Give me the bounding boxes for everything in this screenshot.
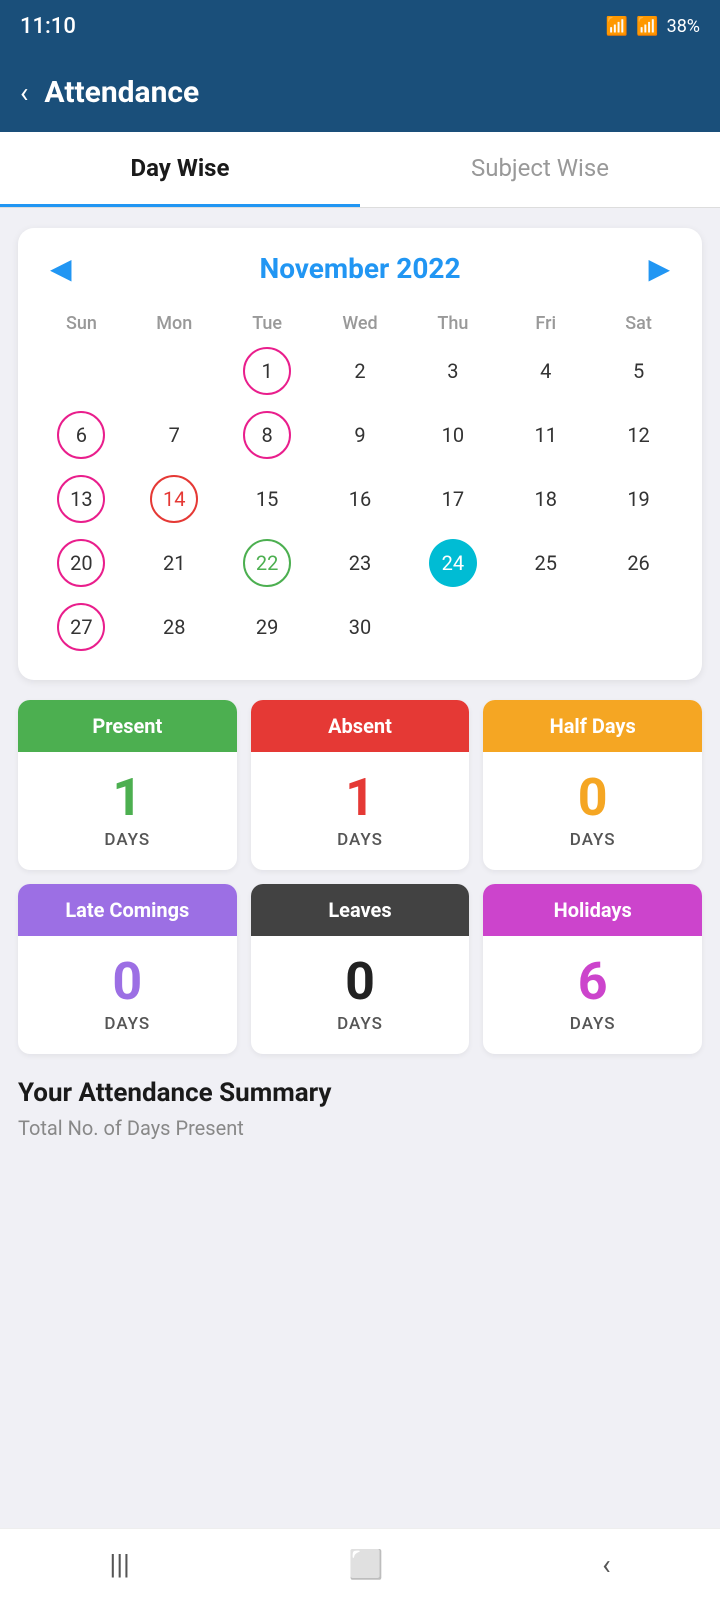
- stat-header-late-comings: Late Comings: [18, 884, 237, 936]
- stat-label-half-days: DAYS: [491, 830, 694, 850]
- weekday-wed: Wed: [317, 305, 404, 342]
- calendar-day[interactable]: 1: [224, 342, 311, 400]
- calendar-month-title: November 2022: [259, 252, 460, 285]
- calendar-day[interactable]: 16: [317, 470, 404, 528]
- weekday-mon: Mon: [131, 305, 218, 342]
- calendar-day[interactable]: 17: [409, 470, 496, 528]
- page-title: Attendance: [44, 75, 199, 110]
- stat-label-present: DAYS: [26, 830, 229, 850]
- nav-recent-apps-icon[interactable]: |||: [109, 1548, 130, 1581]
- calendar-day[interactable]: 26: [595, 534, 682, 592]
- tab-subject-wise[interactable]: Subject Wise: [360, 132, 720, 207]
- calendar-day: [502, 598, 589, 656]
- signal-icon: 📶: [636, 16, 658, 37]
- calendar-day[interactable]: 30: [317, 598, 404, 656]
- tab-bar: Day Wise Subject Wise: [0, 132, 720, 208]
- back-button[interactable]: ‹: [20, 76, 28, 109]
- calendar-day[interactable]: 10: [409, 406, 496, 464]
- stat-card-holidays: Holidays 6 DAYS: [483, 884, 702, 1054]
- stat-header-holidays: Holidays: [483, 884, 702, 936]
- bottom-nav: ||| ⬜ ‹: [0, 1528, 720, 1600]
- calendar-day[interactable]: 5: [595, 342, 682, 400]
- stat-value-present: 1: [26, 772, 229, 824]
- calendar-day[interactable]: 24: [409, 534, 496, 592]
- calendar-grid: Sun Mon Tue Wed Thu Fri Sat: [38, 305, 682, 342]
- calendar-day[interactable]: 22: [224, 534, 311, 592]
- header: ‹ Attendance: [0, 52, 720, 132]
- calendar-day: [409, 598, 496, 656]
- stat-header-present: Present: [18, 700, 237, 752]
- nav-back-icon[interactable]: ‹: [602, 1548, 610, 1581]
- calendar-day[interactable]: 4: [502, 342, 589, 400]
- stat-value-half-days: 0: [491, 772, 694, 824]
- calendar-day[interactable]: 29: [224, 598, 311, 656]
- calendar-day[interactable]: 12: [595, 406, 682, 464]
- wifi-icon: 📶: [606, 16, 628, 37]
- stat-value-leaves: 0: [259, 956, 462, 1008]
- stat-header-leaves: Leaves: [251, 884, 470, 936]
- calendar-day[interactable]: 9: [317, 406, 404, 464]
- stat-card-leaves: Leaves 0 DAYS: [251, 884, 470, 1054]
- calendar-day[interactable]: 25: [502, 534, 589, 592]
- weekday-thu: Thu: [409, 305, 496, 342]
- stat-card-late-comings: Late Comings 0 DAYS: [18, 884, 237, 1054]
- stat-label-late-comings: DAYS: [26, 1014, 229, 1034]
- status-time: 11:10: [20, 14, 76, 39]
- calendar-day: [38, 342, 125, 400]
- calendar-day: [595, 598, 682, 656]
- calendar-day[interactable]: 21: [131, 534, 218, 592]
- calendar-day: [131, 342, 218, 400]
- next-month-button[interactable]: ▶: [636, 252, 682, 285]
- stat-value-late-comings: 0: [26, 956, 229, 1008]
- stat-label-absent: DAYS: [259, 830, 462, 850]
- calendar-nav: ◀ November 2022 ▶: [38, 252, 682, 285]
- stat-card-half-days: Half Days 0 DAYS: [483, 700, 702, 870]
- calendar-day[interactable]: 13: [38, 470, 125, 528]
- calendar-day[interactable]: 2: [317, 342, 404, 400]
- calendar-card: ◀ November 2022 ▶ Sun Mon Tue Wed Thu Fr…: [18, 228, 702, 680]
- weekday-fri: Fri: [502, 305, 589, 342]
- weekday-sat: Sat: [595, 305, 682, 342]
- summary-subtitle: Total No. of Days Present: [18, 1116, 702, 1140]
- nav-home-icon[interactable]: ⬜: [349, 1548, 384, 1581]
- calendar-day[interactable]: 8: [224, 406, 311, 464]
- stat-header-half-days: Half Days: [483, 700, 702, 752]
- stat-header-absent: Absent: [251, 700, 470, 752]
- calendar-day[interactable]: 6: [38, 406, 125, 464]
- calendar-day[interactable]: 27: [38, 598, 125, 656]
- calendar-day[interactable]: 3: [409, 342, 496, 400]
- stat-label-leaves: DAYS: [259, 1014, 462, 1034]
- calendar-day[interactable]: 19: [595, 470, 682, 528]
- calendar-day[interactable]: 15: [224, 470, 311, 528]
- calendar-day[interactable]: 11: [502, 406, 589, 464]
- calendar-day[interactable]: 7: [131, 406, 218, 464]
- stat-value-holidays: 6: [491, 956, 694, 1008]
- stats-grid: Present1DAYSAbsent1DAYSHalf Days0DAYSLat…: [18, 700, 702, 1054]
- stat-label-holidays: DAYS: [491, 1014, 694, 1034]
- weekday-tue: Tue: [224, 305, 311, 342]
- status-icons: 📶 📶 38%: [606, 16, 700, 37]
- tab-day-wise[interactable]: Day Wise: [0, 132, 360, 207]
- stat-card-absent: Absent 1 DAYS: [251, 700, 470, 870]
- calendar-day[interactable]: 14: [131, 470, 218, 528]
- summary-section: Your Attendance Summary Total No. of Day…: [18, 1068, 702, 1150]
- calendar-day[interactable]: 28: [131, 598, 218, 656]
- summary-title: Your Attendance Summary: [18, 1078, 702, 1108]
- prev-month-button[interactable]: ◀: [38, 252, 84, 285]
- calendar-day[interactable]: 18: [502, 470, 589, 528]
- calendar-days-grid: 1234567891011121314151617181920212223242…: [38, 342, 682, 656]
- battery-indicator: 38%: [667, 16, 700, 37]
- stat-card-present: Present 1 DAYS: [18, 700, 237, 870]
- calendar-day[interactable]: 20: [38, 534, 125, 592]
- calendar-day[interactable]: 23: [317, 534, 404, 592]
- stat-value-absent: 1: [259, 772, 462, 824]
- weekday-sun: Sun: [38, 305, 125, 342]
- status-bar: 11:10 📶 📶 38%: [0, 0, 720, 52]
